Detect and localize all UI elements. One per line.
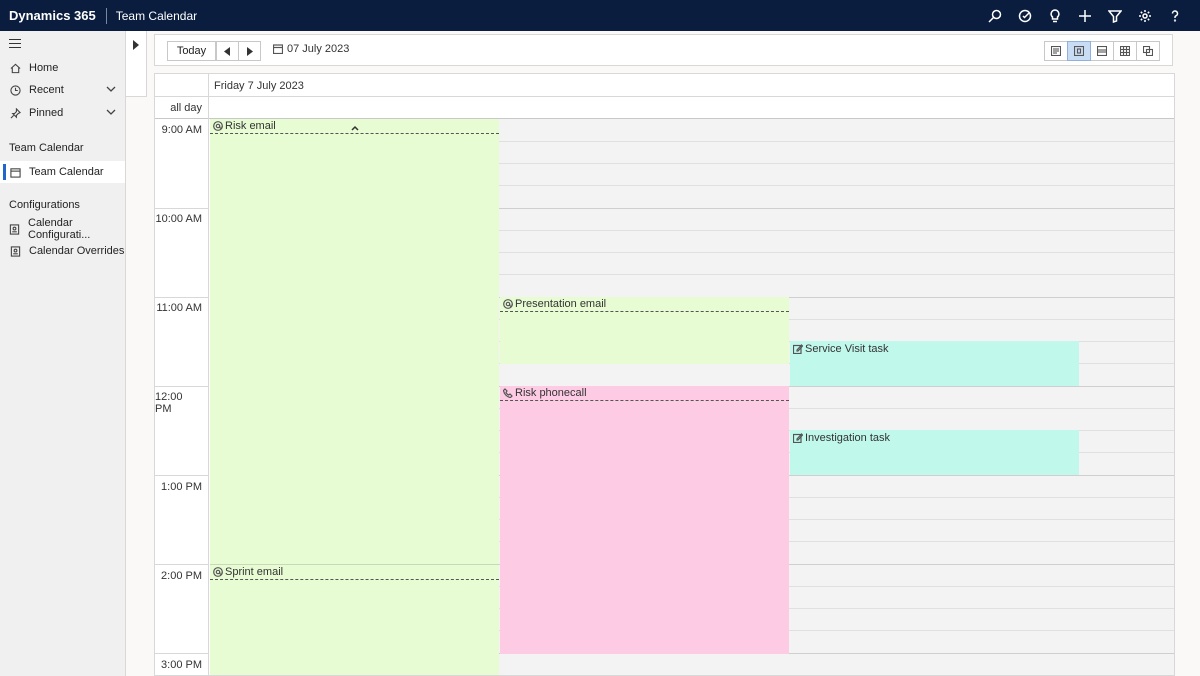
time-slots[interactable]: Risk email Sprint email Presentation ema… <box>210 119 1174 675</box>
home-icon <box>9 62 21 74</box>
nav-item-label: Team Calendar <box>29 166 104 178</box>
email-at-icon <box>503 299 513 309</box>
event-risk-phonecall[interactable]: Risk phonecall <box>500 386 789 654</box>
chevron-down-icon[interactable] <box>106 107 116 120</box>
task-edit-icon <box>793 343 803 354</box>
list-view-button[interactable] <box>1044 41 1068 61</box>
side-navigation: Home Recent Pinned Team Calendar Team Ca… <box>0 31 126 676</box>
day-view-button[interactable] <box>1067 41 1091 61</box>
clock-icon <box>9 84 21 96</box>
top-actions <box>980 0 1190 31</box>
time-label: 1:00 PM <box>161 481 202 493</box>
nav-item-recent[interactable]: Recent <box>0 79 125 101</box>
search-icon[interactable] <box>980 0 1010 31</box>
lightbulb-icon[interactable] <box>1040 0 1070 31</box>
event-title: Risk phonecall <box>515 387 587 399</box>
nav-section-configurations: Configurations <box>9 199 80 211</box>
chevron-down-icon[interactable] <box>106 84 116 97</box>
nav-item-calendar-configurations[interactable]: Calendar Configurati... <box>0 217 125 241</box>
event-service-visit-task[interactable]: Service Visit task <box>790 341 1079 386</box>
previous-button[interactable] <box>216 41 239 61</box>
help-icon[interactable] <box>1160 0 1190 31</box>
entity-icon <box>9 223 20 235</box>
plus-icon[interactable] <box>1070 0 1100 31</box>
week-view-icon <box>1097 46 1107 56</box>
event-investigation-task[interactable]: Investigation task <box>790 430 1079 475</box>
entity-icon <box>9 245 21 257</box>
app-title[interactable]: Team Calendar <box>107 9 197 23</box>
multi-view-button[interactable] <box>1136 41 1160 61</box>
task-edit-icon <box>793 432 803 443</box>
time-label: 3:00 PM <box>161 659 202 671</box>
calendar-toolbar: Today 07 July 2023 <box>154 34 1173 66</box>
expand-panel-button[interactable] <box>126 31 147 97</box>
caret-right-icon <box>247 46 253 56</box>
hamburger-menu-icon[interactable] <box>9 39 21 49</box>
event-title: Presentation email <box>515 298 607 310</box>
caret-left-icon <box>224 46 230 56</box>
month-view-icon <box>1120 46 1130 56</box>
view-switcher <box>1044 41 1160 61</box>
event-sprint-email[interactable]: Sprint email <box>210 564 499 675</box>
all-day-label: all day <box>170 102 202 114</box>
top-bar: Dynamics 365 Team Calendar <box>0 0 1200 31</box>
nav-item-label: Home <box>29 62 59 74</box>
calendar-header: Friday 7 July 2023 <box>155 74 1174 97</box>
nav-item-calendar-overrides[interactable]: Calendar Overrides <box>0 240 125 262</box>
event-presentation-email[interactable]: Presentation email <box>500 297 789 364</box>
email-at-icon <box>213 121 223 131</box>
day-title[interactable]: Friday 7 July 2023 <box>214 80 304 92</box>
current-date: 07 July 2023 <box>287 43 350 55</box>
target-icon[interactable] <box>1010 0 1040 31</box>
chevron-up-icon[interactable] <box>351 122 359 134</box>
day-view-icon <box>1074 46 1084 56</box>
gear-icon[interactable] <box>1130 0 1160 31</box>
pin-icon <box>9 107 21 119</box>
phone-icon <box>503 388 513 398</box>
nav-item-label: Calendar Overrides <box>29 245 125 257</box>
list-view-icon <box>1051 46 1061 56</box>
calendar-icon <box>9 166 21 178</box>
filter-icon[interactable] <box>1100 0 1130 31</box>
nav-item-label: Calendar Configurati... <box>28 217 91 241</box>
date-picker[interactable]: 07 July 2023 <box>273 43 349 55</box>
nav-item-team-calendar[interactable]: Team Calendar <box>0 161 125 183</box>
time-label: 9:00 AM <box>161 124 202 136</box>
nav-section-team-calendar: Team Calendar <box>9 142 84 154</box>
time-label: 2:00 PM <box>161 570 202 582</box>
time-label: 12:00 PM <box>155 391 183 415</box>
day-calendar: Friday 7 July 2023 all day 9:00 AM 10:00… <box>154 73 1175 676</box>
today-button[interactable]: Today <box>167 41 216 61</box>
next-button[interactable] <box>238 41 261 61</box>
time-label: 11:00 AM <box>156 302 202 314</box>
multi-view-icon <box>1143 46 1153 56</box>
event-title: Risk email <box>225 120 276 132</box>
event-title: Sprint email <box>225 566 284 578</box>
nav-item-pinned[interactable]: Pinned <box>0 102 125 124</box>
all-day-row[interactable]: all day <box>155 97 1174 119</box>
time-grid: 9:00 AM 10:00 AM 11:00 AM 12:00 PM 1:00 … <box>155 119 1174 675</box>
time-label: 10:00 AM <box>155 213 202 225</box>
month-view-button[interactable] <box>1113 41 1137 61</box>
email-at-icon <box>213 567 223 577</box>
nav-item-label: Recent <box>29 84 64 96</box>
nav-item-label: Pinned <box>29 107 64 119</box>
calendar-icon <box>273 44 283 54</box>
time-gutter: 9:00 AM 10:00 AM 11:00 AM 12:00 PM 1:00 … <box>155 119 209 675</box>
event-title: Service Visit task <box>805 342 889 355</box>
brand-title[interactable]: Dynamics 365 <box>0 8 106 23</box>
caret-right-icon <box>133 40 139 50</box>
week-view-button[interactable] <box>1090 41 1114 61</box>
event-title: Investigation task <box>805 431 890 444</box>
nav-item-home[interactable]: Home <box>0 57 125 79</box>
